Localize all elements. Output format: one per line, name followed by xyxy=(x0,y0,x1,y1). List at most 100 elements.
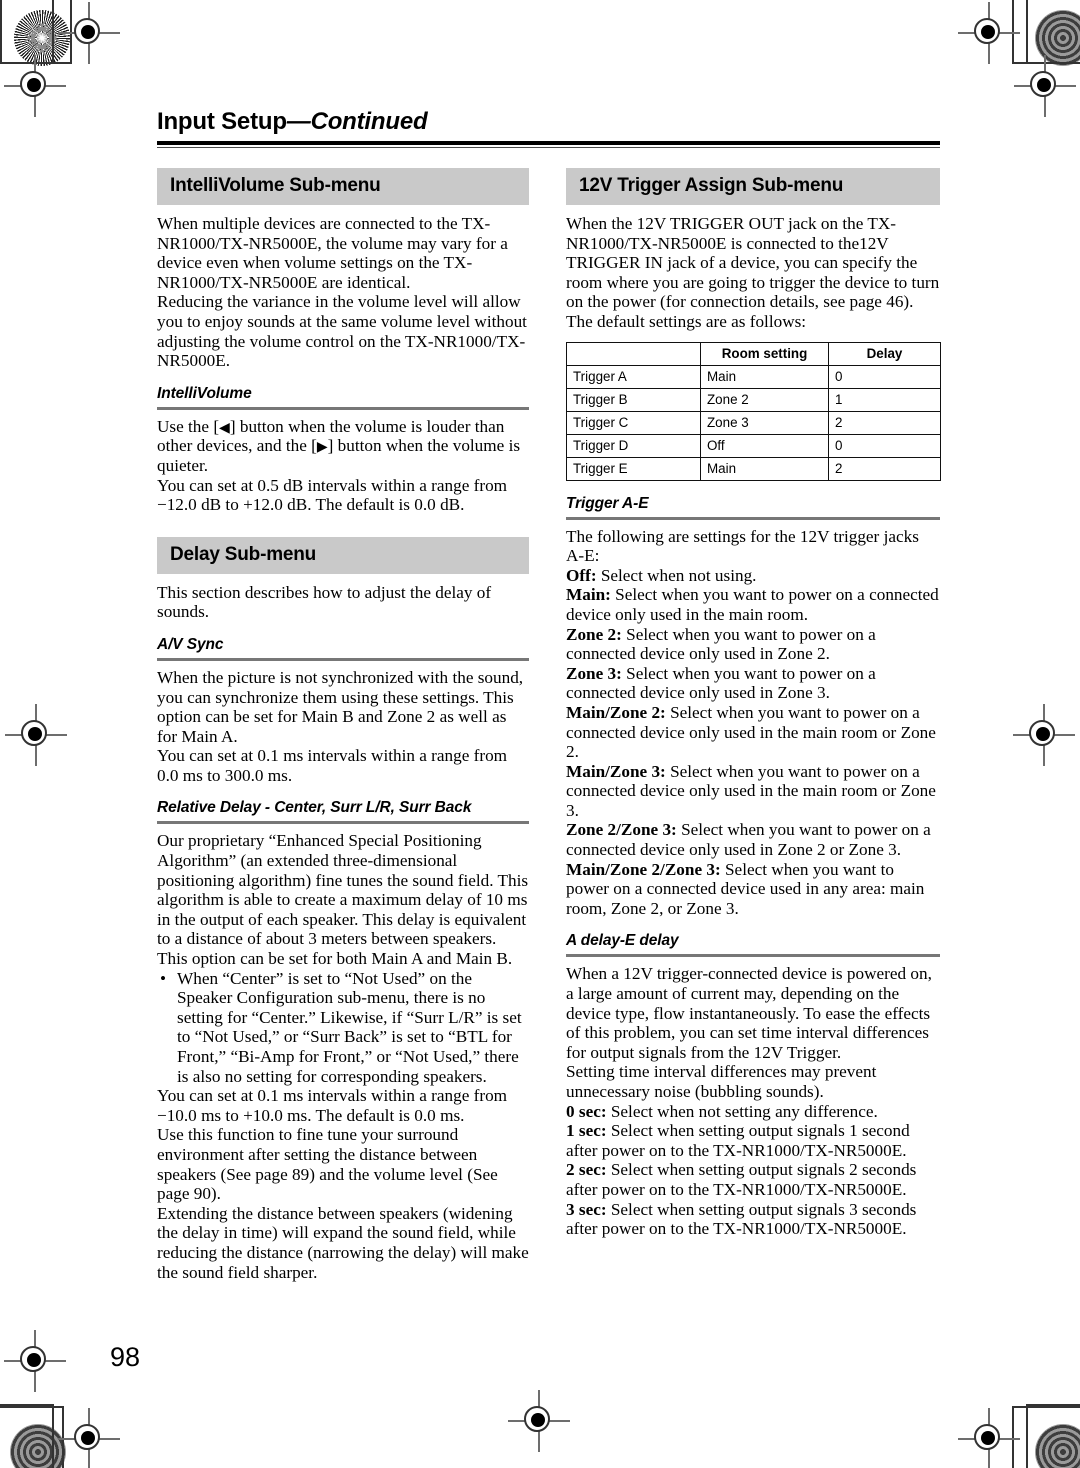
delay-option-1sec-desc: Select when setting output signals 1 sec… xyxy=(566,1121,910,1160)
subsection-av-sync: A/V Sync xyxy=(157,636,529,661)
trigger-option-zone3: Zone 3: Select when you want to power on… xyxy=(566,664,940,703)
delay-option-0sec: 0 sec: Select when not setting any diffe… xyxy=(566,1102,940,1122)
trigger-defaults-table: Room setting Delay Trigger A Main 0 Trig… xyxy=(566,341,941,481)
trigger-option-zone2-zone3-term: Zone 2/Zone 3: xyxy=(566,820,677,840)
delay-option-3sec: 3 sec: Select when setting output signal… xyxy=(566,1200,940,1239)
header-rule-thick xyxy=(157,141,940,145)
table-cell-room-setting: Main xyxy=(700,456,829,481)
spacer-before-delay-section xyxy=(157,515,529,519)
registration-mark-bottom-left xyxy=(4,1330,66,1392)
subsection-rule-trigger-a-e xyxy=(566,516,940,520)
left-arrow-icon: ◀ xyxy=(219,420,230,436)
intellivolume-text-pre: Use the [ xyxy=(157,416,220,436)
registration-mark-bottom-right-inner xyxy=(958,1408,1020,1468)
table-header-blank xyxy=(566,341,701,366)
relative-delay-bullet-text: When “Center” is set to “Not Used” on th… xyxy=(177,968,522,1086)
table-row: Trigger D Off 0 xyxy=(566,433,941,458)
table-row: Trigger A Main 0 xyxy=(566,364,941,389)
registration-mark-mid-right xyxy=(1013,704,1075,766)
delay-intro-paragraph: This section describes how to adjust the… xyxy=(157,582,492,622)
page-number: 98 xyxy=(110,1342,141,1372)
delay-option-2sec-desc: Select when setting output signals 2 sec… xyxy=(566,1160,917,1199)
trigger-option-main-desc: Select when you want to power on a conne… xyxy=(566,585,939,624)
trigger-option-zone2-term: Zone 2: xyxy=(566,624,622,644)
crop-line-bottom-left-v xyxy=(52,1404,54,1468)
delay-option-1sec: 1 sec: Select when setting output signal… xyxy=(566,1121,940,1160)
intellivolume-paragraph-1: When multiple devices are connected to t… xyxy=(157,214,508,292)
page-title: Input Setup—Continued xyxy=(157,108,940,136)
table-row: Trigger B Zone 2 1 xyxy=(566,387,941,412)
crop-line-top-left-v xyxy=(52,0,54,62)
delay-option-3sec-desc: Select when setting output signals 3 sec… xyxy=(566,1199,917,1239)
trigger-option-off: Off: Select when not using. xyxy=(566,566,940,586)
crop-box-bottom-left-outer xyxy=(0,1406,64,1468)
crop-line-bottom-right-h xyxy=(1028,1404,1080,1406)
section-header-delay: Delay Sub-menu xyxy=(157,536,529,574)
a-delay-paragraph-2: Setting time interval differences may pr… xyxy=(566,1062,877,1101)
subsection-title-av-sync: A/V Sync xyxy=(157,635,224,653)
delay-option-0sec-desc: Select when not setting any difference. xyxy=(606,1101,878,1121)
subsection-trigger-a-e: Trigger A-E xyxy=(566,495,940,520)
registration-mark-mid-left xyxy=(5,704,67,766)
table-cell-trigger-name: Trigger D xyxy=(566,433,701,458)
section-title-12v-trigger: 12V Trigger Assign Sub-menu xyxy=(579,175,844,196)
subsection-title-intellivolume: IntelliVolume xyxy=(157,384,252,402)
bullet-icon: • xyxy=(160,968,167,988)
trigger-option-main: Main: Select when you want to power on a… xyxy=(566,585,940,624)
registration-mark-bottom-center xyxy=(508,1390,570,1452)
table-cell-delay: 0 xyxy=(828,433,941,458)
table-row: Trigger E Main 2 xyxy=(566,456,941,481)
table-cell-delay: 1 xyxy=(828,387,941,412)
crop-line-bottom-right-v xyxy=(1026,1404,1028,1468)
trigger-option-zone2-zone3: Zone 2/Zone 3: Select when you want to p… xyxy=(566,820,940,859)
subsection-title-a-delay-e-delay: A delay-E delay xyxy=(566,932,679,950)
trigger-intro-paragraph: When the 12V TRIGGER OUT jack on the TX-… xyxy=(566,214,940,331)
delay-option-3sec-term: 3 sec: xyxy=(566,1199,607,1219)
manual-page: Input Setup—Continued IntelliVolume Sub-… xyxy=(0,0,1080,1468)
subsection-intellivolume: IntelliVolume xyxy=(157,385,529,410)
registration-mark-bottom-left-inner xyxy=(58,1408,120,1468)
registration-mark-top-left-inner xyxy=(4,55,66,117)
crop-line-top-right-v xyxy=(1026,0,1028,62)
left-column: IntelliVolume Sub-menu When multiple dev… xyxy=(157,168,529,1282)
trigger-option-zone3-term: Zone 3: xyxy=(566,663,622,683)
registration-mark-top-right xyxy=(958,2,1020,64)
page-title-main: Input Setup xyxy=(157,108,287,135)
page-title-continued: —Continued xyxy=(286,108,428,135)
table-header-delay: Delay xyxy=(828,341,941,366)
subsection-rule-intellivolume xyxy=(157,406,529,410)
relative-delay-paragraph-2: You can set at 0.1 ms intervals within a… xyxy=(157,1086,508,1125)
table-cell-delay: 0 xyxy=(828,364,941,389)
section-title-intellivolume: IntelliVolume Sub-menu xyxy=(170,175,381,196)
table-cell-trigger-name: Trigger B xyxy=(566,387,701,412)
crop-box-bottom-right-outer xyxy=(1012,1406,1080,1468)
crop-line-bottom-left-h xyxy=(0,1404,52,1406)
section-header-intellivolume: IntelliVolume Sub-menu xyxy=(157,168,529,205)
table-cell-delay: 2 xyxy=(828,410,941,435)
intellivolume-range-paragraph: You can set at 0.5 dB intervals within a… xyxy=(157,475,508,515)
header-rule-thin xyxy=(157,147,940,148)
table-cell-room-setting: Main xyxy=(700,364,829,389)
section-header-12v-trigger: 12V Trigger Assign Sub-menu xyxy=(566,168,940,205)
relative-delay-paragraph-3: Use this function to fine tune your surr… xyxy=(157,1125,498,1204)
right-column: 12V Trigger Assign Sub-menu When the 12V… xyxy=(566,168,941,1239)
delay-option-2sec: 2 sec: Select when setting output signal… xyxy=(566,1160,940,1199)
trigger-option-zone2: Zone 2: Select when you want to power on… xyxy=(566,625,940,664)
table-cell-delay: 2 xyxy=(828,456,941,481)
list-item: • When “Center” is set to “Not Used” on t… xyxy=(157,969,529,1087)
av-sync-paragraph-1: When the picture is not synchronized wit… xyxy=(157,667,524,746)
subsection-title-trigger-a-e: Trigger A-E xyxy=(566,494,649,512)
table-cell-trigger-name: Trigger A xyxy=(566,364,701,389)
subsection-rule-av-sync xyxy=(157,657,529,661)
subsection-title-relative-delay: Relative Delay - Center, Surr L/R, Surr … xyxy=(157,799,472,817)
trigger-option-main-zone2: Main/Zone 2: Select when you want to pow… xyxy=(566,703,940,762)
table-cell-room-setting: Off xyxy=(700,433,829,458)
table-cell-room-setting: Zone 2 xyxy=(700,387,829,412)
subsection-rule-a-delay-e-delay xyxy=(566,954,940,958)
delay-option-1sec-term: 1 sec: xyxy=(566,1121,607,1141)
trigger-option-main-zone2-zone3-term: Main/Zone 2/Zone 3: xyxy=(566,859,721,879)
delay-option-0sec-term: 0 sec: xyxy=(566,1101,607,1121)
section-title-delay: Delay Sub-menu xyxy=(170,543,317,565)
a-delay-paragraph-1: When a 12V trigger-connected device is p… xyxy=(566,964,932,1062)
page-header: Input Setup—Continued xyxy=(157,108,940,148)
